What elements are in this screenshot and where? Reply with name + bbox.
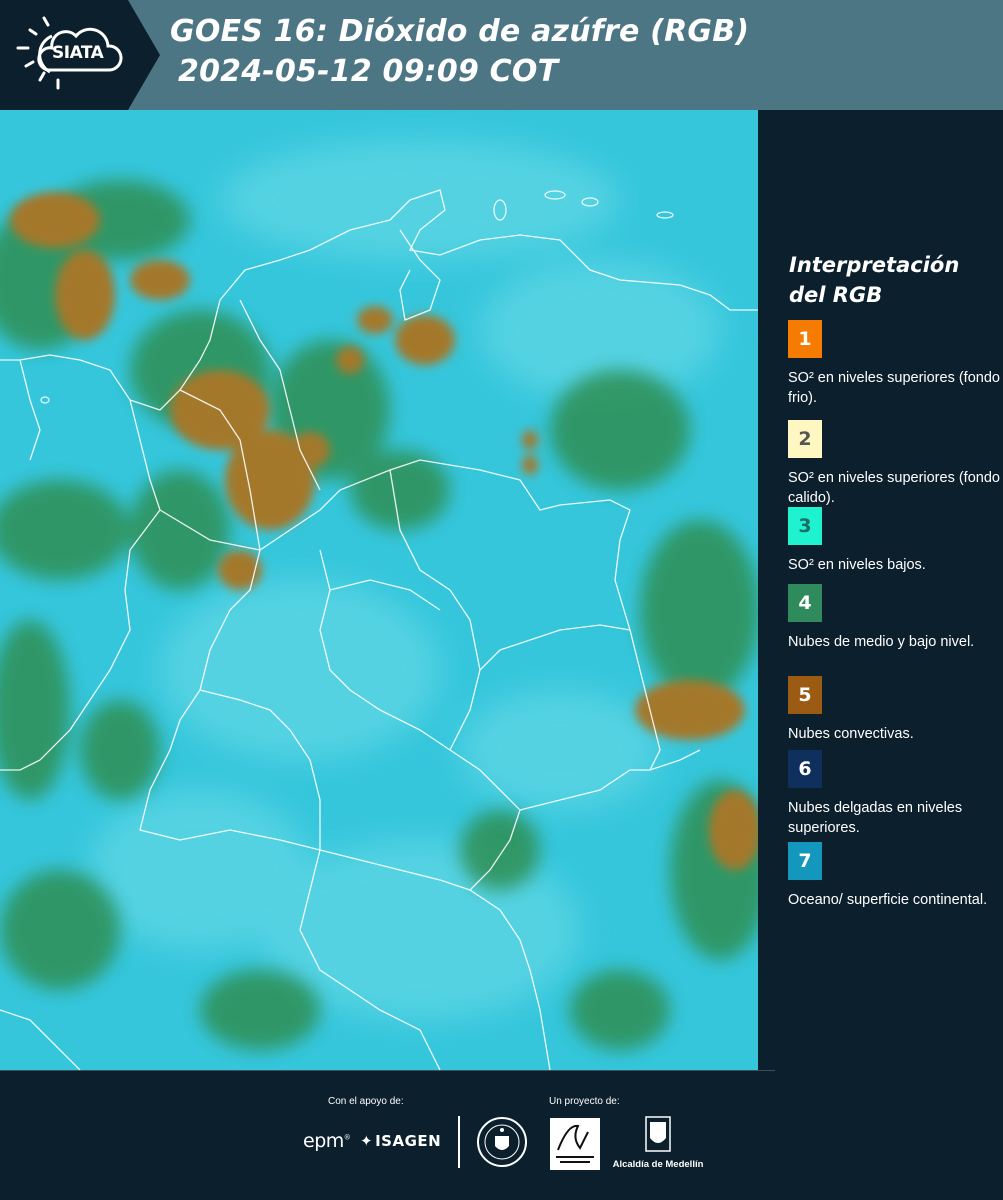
legend-label: SO² en niveles superiores (fondo calido)… xyxy=(788,470,1000,506)
legend-title: Interpretación del RGB xyxy=(789,253,960,307)
siata-logo-panel: SIATA xyxy=(0,0,160,110)
satellite-map xyxy=(0,110,758,1070)
legend-number: 1 xyxy=(798,328,812,350)
medellin-seal-icon xyxy=(477,1117,527,1167)
area-metropolitana-logo xyxy=(550,1118,600,1175)
legend-swatch: 3 xyxy=(788,507,822,545)
legend-swatch: 2 xyxy=(788,420,822,458)
support-label: Con el apoyo de: xyxy=(328,1096,404,1107)
legend-item-4: 4 Nubes de medio y bajo nivel. xyxy=(788,584,1000,652)
legend-label: SO² en niveles bajos. xyxy=(788,557,926,573)
legend-swatch: 6 xyxy=(788,750,822,788)
legend-number: 5 xyxy=(798,684,812,706)
isagen-logo: ✦ ISAGEN xyxy=(360,1132,441,1150)
epm-logo: epm® xyxy=(303,1130,351,1152)
footer-vertical-divider xyxy=(458,1116,460,1168)
isagen-star-icon: ✦ xyxy=(360,1132,374,1150)
legend-item-7: 7 Oceano/ superficie continental. xyxy=(788,842,1000,910)
area-metropolitana-icon xyxy=(550,1118,600,1170)
alcaldia-logo: Alcaldía de Medellín xyxy=(612,1116,704,1170)
legend-item-2: 2 SO² en niveles superiores (fondo calid… xyxy=(788,420,1000,508)
legend-label: SO² en niveles superiores (fondo frio). xyxy=(788,370,1000,406)
legend-panel: Interpretación del RGB 1 SO² en niveles … xyxy=(760,110,1003,1070)
page-timestamp: 2024-05-12 09:09 COT xyxy=(178,54,559,89)
project-label: Un proyecto de: xyxy=(549,1096,620,1107)
legend-item-1: 1 SO² en niveles superiores (fondo frio)… xyxy=(788,320,1000,408)
alcaldia-shield-icon xyxy=(645,1116,671,1152)
legend-swatch: 4 xyxy=(788,584,822,622)
footer-divider-line xyxy=(0,1070,775,1071)
legend-swatch: 7 xyxy=(788,842,822,880)
legend-label: Oceano/ superficie continental. xyxy=(788,892,988,908)
legend-number: 2 xyxy=(798,428,812,450)
legend-label: Nubes delgadas en niveles superiores. xyxy=(788,800,963,836)
siata-logo-text: SIATA xyxy=(52,43,104,63)
epm-logo-text: epm xyxy=(303,1130,344,1152)
legend-item-5: 5 Nubes convectivas. xyxy=(788,676,1000,744)
alcaldia-text: Alcaldía de Medellín xyxy=(612,1159,704,1170)
legend-item-3: 3 SO² en niveles bajos. xyxy=(788,507,1000,575)
isagen-logo-text: ISAGEN xyxy=(375,1132,442,1150)
legend-number: 7 xyxy=(798,850,812,872)
page-title: GOES 16: Dióxido de azúfre (RGB) xyxy=(170,14,750,49)
legend-number: 6 xyxy=(798,758,812,780)
legend-item-6: 6 Nubes delgadas en niveles superiores. xyxy=(788,750,1000,838)
legend-swatch: 5 xyxy=(788,676,822,714)
legend-number: 4 xyxy=(798,592,812,614)
footer: Con el apoyo de: Un proyecto de: epm® ✦ I… xyxy=(0,1070,1003,1200)
legend-swatch: 1 xyxy=(788,320,822,358)
legend-number: 3 xyxy=(798,515,812,537)
legend-label: Nubes convectivas. xyxy=(788,726,914,742)
legend-label: Nubes de medio y bajo nivel. xyxy=(788,634,975,650)
